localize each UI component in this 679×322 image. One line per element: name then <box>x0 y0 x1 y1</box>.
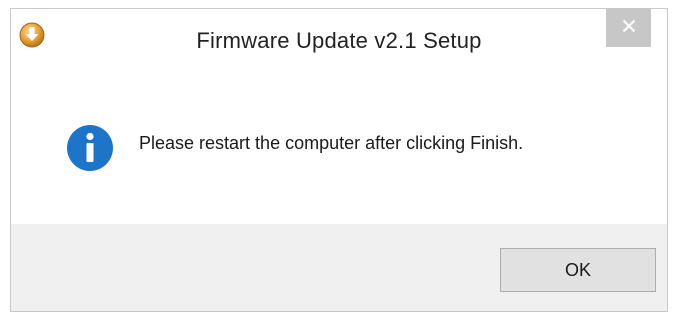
message-area: Please restart the computer after clicki… <box>11 69 667 224</box>
setup-dialog: Firmware Update v2.1 Setup Please restar… <box>10 8 668 312</box>
title-bar[interactable]: Firmware Update v2.1 Setup <box>11 9 667 69</box>
window-title: Firmware Update v2.1 Setup <box>196 28 482 53</box>
button-bar: OK <box>11 224 667 311</box>
ok-button[interactable]: OK <box>500 248 656 292</box>
close-icon <box>622 19 636 38</box>
close-button[interactable] <box>606 9 651 47</box>
message-text: Please restart the computer after clicki… <box>139 133 524 153</box>
info-icon <box>66 124 114 172</box>
